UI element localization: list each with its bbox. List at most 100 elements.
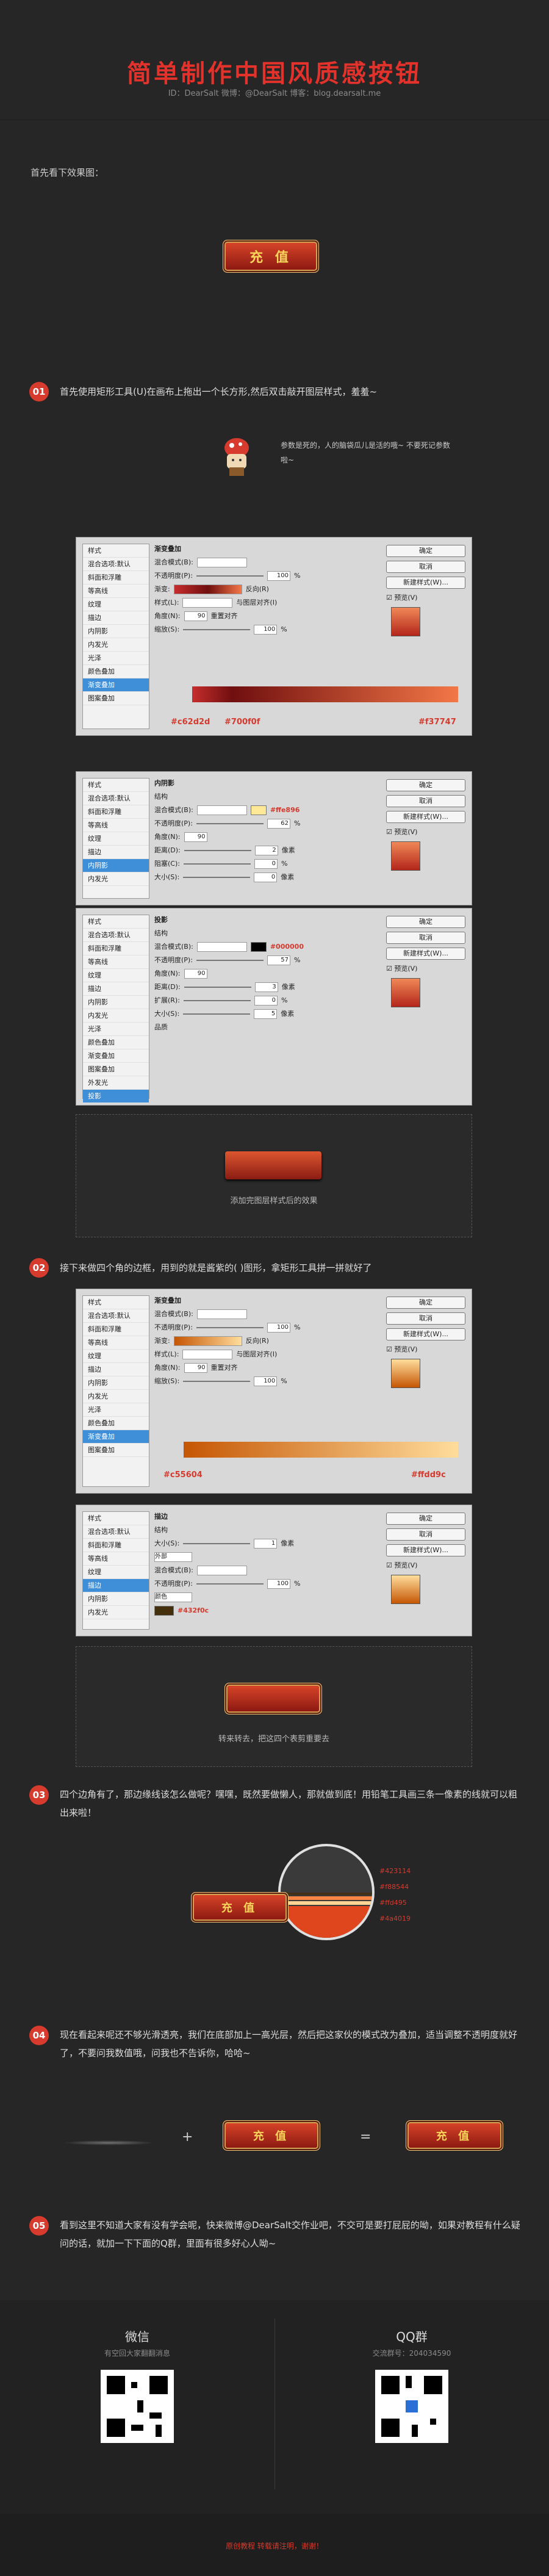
style-item[interactable]: 斜面和浮雕 bbox=[83, 942, 149, 955]
style-item-active[interactable]: 渐变叠加 bbox=[83, 1430, 149, 1444]
new-style-button[interactable]: 新建样式(W)... bbox=[386, 948, 465, 960]
style-item[interactable]: 纹理 bbox=[83, 1350, 149, 1363]
style-item[interactable]: 颜色叠加 bbox=[83, 665, 149, 678]
angle-input[interactable]: 90 bbox=[184, 969, 207, 979]
gradient-picker[interactable] bbox=[173, 585, 242, 594]
stroke-position-select[interactable]: 外部 bbox=[154, 1552, 192, 1562]
style-item[interactable]: 内发光 bbox=[83, 1009, 149, 1023]
style-item[interactable]: 斜面和浮雕 bbox=[83, 571, 149, 585]
blend-mode-select[interactable] bbox=[196, 942, 247, 952]
style-item[interactable]: 等高线 bbox=[83, 1336, 149, 1350]
scale-slider[interactable] bbox=[183, 629, 251, 630]
style-item[interactable]: 内发光 bbox=[83, 872, 149, 886]
blend-mode-select[interactable] bbox=[196, 1566, 247, 1575]
angle-input[interactable]: 90 bbox=[184, 1363, 207, 1373]
opacity-value[interactable]: 62 bbox=[267, 819, 290, 829]
style-item[interactable]: 纹理 bbox=[83, 832, 149, 846]
distance-input[interactable]: 2 bbox=[254, 846, 278, 855]
preview-checkbox[interactable]: ☑ 预览(V) bbox=[386, 963, 465, 973]
ok-button[interactable]: 确定 bbox=[386, 545, 465, 557]
style-item[interactable]: 内发光 bbox=[83, 1606, 149, 1619]
size-input[interactable]: 5 bbox=[254, 1009, 278, 1019]
style-select[interactable] bbox=[182, 598, 233, 608]
new-style-button[interactable]: 新建样式(W)... bbox=[386, 1328, 465, 1340]
blend-default[interactable]: 混合选项:默认 bbox=[83, 1525, 149, 1539]
new-style-button[interactable]: 新建样式(W)... bbox=[386, 811, 465, 823]
fill-type-select[interactable]: 颜色 bbox=[154, 1592, 192, 1602]
style-item[interactable]: 外发光 bbox=[83, 1076, 149, 1090]
style-item[interactable]: 颜色叠加 bbox=[83, 1036, 149, 1049]
style-item[interactable]: 内发光 bbox=[83, 1390, 149, 1403]
choke-input[interactable]: 0 bbox=[254, 859, 278, 869]
preview-checkbox[interactable]: ☑ 预览(V) bbox=[386, 827, 465, 836]
shadow-color-swatch[interactable] bbox=[250, 805, 267, 815]
stroke-color-swatch[interactable] bbox=[154, 1606, 174, 1616]
style-item[interactable]: 描边 bbox=[83, 1363, 149, 1376]
style-item[interactable]: 内阴影 bbox=[83, 1376, 149, 1390]
style-item[interactable]: 斜面和浮雕 bbox=[83, 1323, 149, 1336]
style-item[interactable]: 斜面和浮雕 bbox=[83, 1539, 149, 1552]
style-item[interactable]: 描边 bbox=[83, 846, 149, 859]
style-item[interactable]: 纹理 bbox=[83, 598, 149, 611]
scale-slider[interactable] bbox=[183, 1381, 251, 1382]
distance-slider[interactable] bbox=[184, 987, 251, 988]
blend-mode-select[interactable] bbox=[196, 558, 247, 567]
style-item[interactable]: 内阴影 bbox=[83, 1592, 149, 1606]
new-style-button[interactable]: 新建样式(W)... bbox=[386, 1544, 465, 1556]
new-style-button[interactable]: 新建样式(W)... bbox=[386, 577, 465, 589]
scale-input[interactable]: 100 bbox=[254, 625, 278, 635]
ok-button[interactable]: 确定 bbox=[386, 1513, 465, 1525]
size-slider[interactable] bbox=[183, 877, 251, 878]
ok-button[interactable]: 确定 bbox=[386, 1297, 465, 1309]
cancel-button[interactable]: 取消 bbox=[386, 795, 465, 807]
cancel-button[interactable]: 取消 bbox=[386, 561, 465, 573]
style-item[interactable]: 内发光 bbox=[83, 638, 149, 652]
preview-checkbox[interactable]: ☑ 预览(V) bbox=[386, 1560, 465, 1570]
style-item[interactable]: 等高线 bbox=[83, 955, 149, 969]
style-item[interactable]: 颜色叠加 bbox=[83, 1417, 149, 1430]
blend-default[interactable]: 混合选项:默认 bbox=[83, 792, 149, 805]
cancel-button[interactable]: 取消 bbox=[386, 1528, 465, 1541]
blend-default[interactable]: 混合选项:默认 bbox=[83, 1309, 149, 1323]
style-item[interactable]: 描边 bbox=[83, 611, 149, 625]
opacity-slider[interactable] bbox=[196, 1327, 264, 1328]
spread-input[interactable]: 0 bbox=[254, 996, 278, 1006]
ok-button[interactable]: 确定 bbox=[386, 916, 465, 928]
opacity-slider[interactable] bbox=[196, 823, 264, 824]
style-item[interactable]: 光泽 bbox=[83, 1023, 149, 1036]
scale-input[interactable]: 100 bbox=[254, 1376, 278, 1386]
blend-default[interactable]: 混合选项:默认 bbox=[83, 558, 149, 571]
style-item[interactable]: 图案叠加 bbox=[83, 1063, 149, 1076]
style-item[interactable]: 斜面和浮雕 bbox=[83, 805, 149, 819]
style-item[interactable]: 光泽 bbox=[83, 1403, 149, 1417]
style-item[interactable]: 等高线 bbox=[83, 585, 149, 598]
style-item-active[interactable]: 投影 bbox=[83, 1090, 149, 1103]
style-item[interactable]: 图案叠加 bbox=[83, 692, 149, 705]
size-input[interactable]: 0 bbox=[254, 872, 278, 882]
ok-button[interactable]: 确定 bbox=[386, 779, 465, 791]
opacity-slider[interactable] bbox=[196, 960, 264, 961]
cancel-button[interactable]: 取消 bbox=[386, 932, 465, 944]
size-input[interactable]: 1 bbox=[254, 1539, 278, 1549]
shadow-color-swatch[interactable] bbox=[250, 942, 267, 952]
size-slider[interactable] bbox=[183, 1013, 251, 1015]
style-item[interactable]: 等高线 bbox=[83, 1552, 149, 1566]
cancel-button[interactable]: 取消 bbox=[386, 1312, 465, 1325]
distance-input[interactable]: 3 bbox=[254, 982, 278, 992]
angle-input[interactable]: 90 bbox=[184, 832, 207, 842]
style-item[interactable]: 纹理 bbox=[83, 969, 149, 982]
style-item-active[interactable]: 渐变叠加 bbox=[83, 678, 149, 692]
distance-slider[interactable] bbox=[184, 850, 251, 851]
opacity-value[interactable]: 100 bbox=[267, 1323, 290, 1333]
opacity-slider[interactable] bbox=[196, 575, 264, 577]
blend-mode-select[interactable] bbox=[196, 805, 247, 815]
style-item[interactable]: 描边 bbox=[83, 982, 149, 996]
style-item[interactable]: 图案叠加 bbox=[83, 1444, 149, 1457]
opacity-slider[interactable] bbox=[196, 1583, 264, 1585]
style-item[interactable]: 内阴影 bbox=[83, 996, 149, 1009]
style-select[interactable] bbox=[182, 1350, 233, 1359]
style-item-active[interactable]: 描边 bbox=[83, 1579, 149, 1592]
opacity-value[interactable]: 57 bbox=[267, 955, 290, 965]
preview-checkbox[interactable]: ☑ 预览(V) bbox=[386, 592, 465, 602]
choke-slider[interactable] bbox=[183, 863, 251, 865]
